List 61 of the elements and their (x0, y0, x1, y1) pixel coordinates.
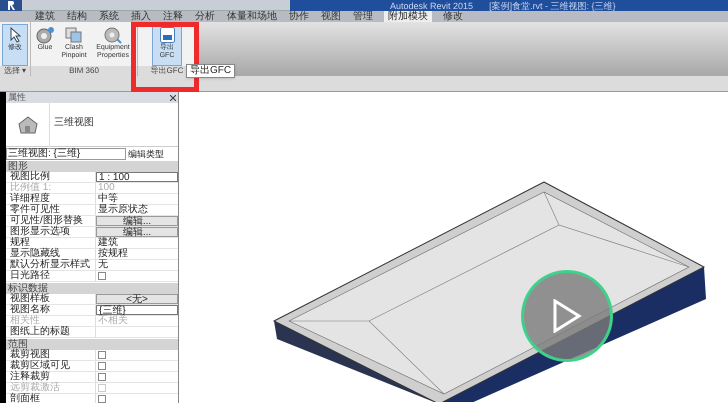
property-edit-button[interactable]: 编辑... (96, 227, 178, 237)
document-title: [案例]食堂.rvt - 三维视图: {三维} (489, 0, 616, 10)
property-label: 注释裁剪 (6, 372, 96, 382)
ribbon-tab[interactable]: 分析 (194, 11, 216, 22)
property-label: 远剪裁激活 (6, 383, 96, 393)
ribbon-tab[interactable]: 视图 (320, 11, 342, 22)
ribbon-tab[interactable]: 修改 (442, 11, 464, 22)
tooltip: 导出GFC (186, 64, 236, 78)
ribbon-tab[interactable]: 体量和场地 (226, 11, 278, 22)
panel-label: 选择 ▾ (0, 66, 30, 76)
group-header[interactable]: 标识数据 (6, 283, 178, 294)
checkbox[interactable] (98, 395, 106, 403)
property-label: 显示隐藏线 (6, 249, 96, 259)
property-label: 裁剪视图 (6, 350, 96, 360)
property-label: 裁剪区域可见 (6, 361, 96, 371)
ribbon-tab[interactable]: 建筑 (34, 11, 56, 22)
ribbon-tab[interactable]: 管理 (352, 11, 374, 22)
type-name[interactable]: 三维视图 (50, 103, 178, 146)
panel-label: BIM 360 (31, 66, 137, 76)
property-label: 相关性 (6, 316, 96, 326)
overlapping-squares-icon (64, 26, 84, 44)
property-edit-button[interactable]: <无> (96, 294, 178, 304)
ribbon-tab[interactable]: 协作 (288, 11, 310, 22)
property-edit-button[interactable]: 编辑... (96, 216, 178, 226)
property-input[interactable]: 1 : 100 (96, 172, 178, 182)
close-icon[interactable] (170, 94, 176, 100)
property-value: 中等 (97, 194, 119, 204)
cursor-icon (8, 26, 22, 44)
property-label: 零件可见性 (6, 205, 96, 215)
checkbox[interactable] (98, 362, 106, 370)
group-header[interactable]: 范围 (6, 339, 178, 350)
property-label: 剖面框 (6, 394, 96, 403)
checkbox[interactable] (98, 373, 106, 381)
play-icon (552, 299, 582, 333)
property-value: 按规程 (97, 249, 129, 259)
property-label: 规程 (6, 238, 96, 248)
ribbon-tab[interactable]: 附加模块 (384, 11, 432, 22)
property-label: 比例值 1: (6, 183, 96, 193)
property-value: 100 (97, 183, 116, 193)
property-value: 不相关 (97, 316, 129, 326)
group-header[interactable]: 图形 (6, 161, 178, 172)
ribbon-tab[interactable]: 注释 (162, 11, 184, 22)
property-input[interactable]: {三维} (96, 305, 178, 315)
property-value: 建筑 (97, 238, 119, 248)
property-label: 日光路径 (6, 271, 96, 281)
checkbox[interactable] (98, 272, 106, 280)
property-value: 显示原状态 (97, 205, 149, 215)
edit-type-button[interactable]: 编辑类型 (128, 148, 164, 160)
property-value: 无 (97, 260, 109, 270)
type-selector-dropdown[interactable]: 三维视图: {三维} (6, 148, 126, 160)
ribbon-tab[interactable]: 系统 (98, 11, 120, 22)
panel-title: 属性 (8, 92, 26, 103)
window-title: Autodesk Revit 2015 (390, 0, 474, 10)
property-label: 默认分析显示样式 (6, 260, 96, 270)
checkbox[interactable] (98, 351, 106, 359)
ribbon-tab[interactable]: 结构 (66, 11, 88, 22)
property-label: 详细程度 (6, 194, 96, 204)
ribbon-tab[interactable]: 插入 (130, 11, 152, 22)
document-icon (160, 26, 174, 44)
app-logo-icon[interactable] (0, 0, 22, 11)
property-label: 图纸上的标题 (6, 327, 96, 337)
